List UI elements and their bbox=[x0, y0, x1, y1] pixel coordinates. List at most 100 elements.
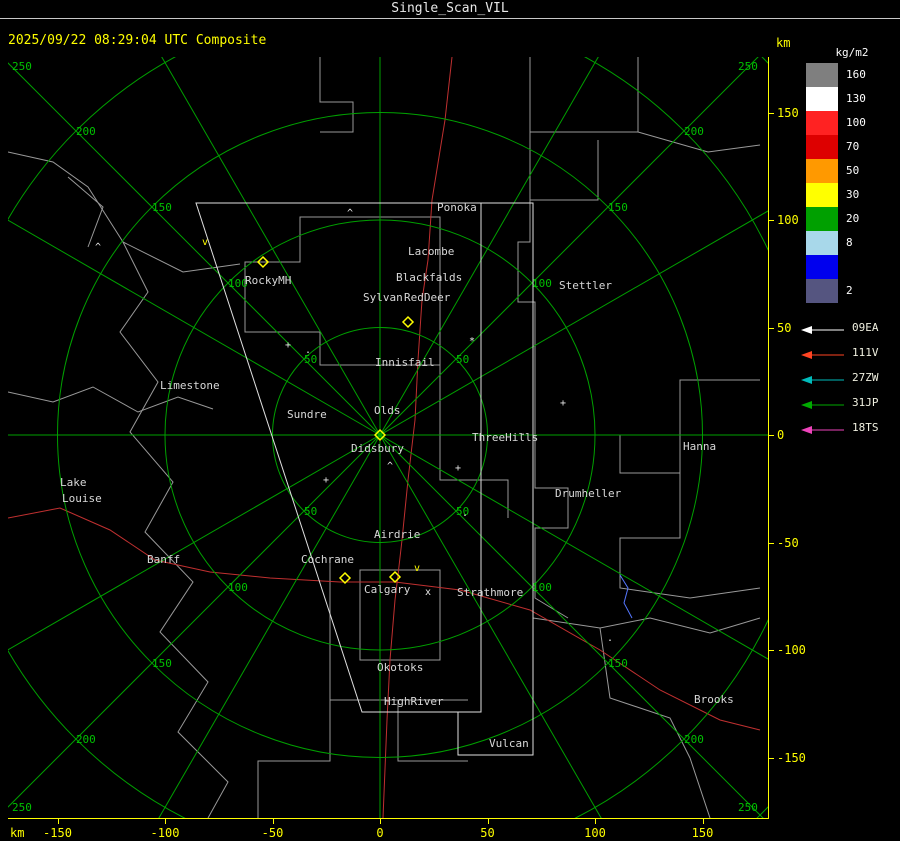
map-marker: + bbox=[455, 463, 461, 474]
map-marker: ^ bbox=[95, 242, 101, 253]
right-axis-tick bbox=[768, 220, 774, 221]
colorbar-value-label: 8 bbox=[846, 236, 853, 249]
radar-code-label: 09EA bbox=[852, 321, 879, 334]
ring-distance-label: 100 bbox=[228, 581, 248, 594]
colorbar-row: 8 bbox=[806, 231, 900, 255]
bottom-axis: -150 -100 -50 0 50 100 150 bbox=[8, 818, 769, 841]
arrow-head bbox=[801, 376, 812, 384]
radar-pointer-arrow bbox=[801, 376, 844, 384]
colorbar-swatch bbox=[806, 111, 838, 135]
radar-code-label: 18TS bbox=[852, 421, 879, 434]
radar-legend-row: 31JP bbox=[798, 396, 900, 410]
right-axis-tick bbox=[768, 757, 774, 759]
river-line bbox=[619, 574, 633, 619]
colorbar-row: 160 bbox=[806, 63, 900, 87]
map-marker: v bbox=[202, 237, 208, 248]
right-axis-label: -50 bbox=[777, 535, 799, 550]
city-label-stettler: Stettler bbox=[559, 279, 612, 292]
map-marker: + bbox=[323, 475, 329, 486]
city-label-threehills: ThreeHills bbox=[472, 431, 538, 444]
city-label-sylvan: Sylvan bbox=[363, 291, 403, 304]
ring-distance-label: 100 bbox=[532, 581, 552, 594]
colorbar-value-label: 70 bbox=[846, 140, 860, 153]
right-axis-tick bbox=[768, 112, 774, 114]
colorbar-value-label: 130 bbox=[846, 92, 866, 105]
colorbar-row: 30 bbox=[806, 183, 900, 207]
city-label-olds: Olds bbox=[374, 404, 401, 417]
window-titlebar[interactable]: Single_Scan_VIL bbox=[0, 0, 900, 19]
radar-pointer-arrow bbox=[801, 326, 844, 334]
ring-distance-label: 150 bbox=[608, 201, 628, 214]
city-label-hanna: Hanna bbox=[683, 440, 716, 453]
colorbar-row: 50 bbox=[806, 159, 900, 183]
colorbar-row: 130 bbox=[806, 87, 900, 111]
colorbar-swatch bbox=[806, 255, 838, 279]
colorbar-value-label: 2 bbox=[846, 284, 853, 297]
radar-legend-row: 111V bbox=[798, 346, 900, 360]
colorbar-value-label: 160 bbox=[846, 68, 866, 81]
bottom-axis-label: 0 bbox=[376, 826, 384, 840]
bottom-axis-label: -50 bbox=[261, 826, 284, 840]
city-label-lacombe: Lacombe bbox=[408, 245, 454, 258]
radar-map-canvas: 50 5050 50100 100100 100150 150150 150200 20020… bbox=[0, 0, 900, 841]
colorbar-swatch bbox=[806, 279, 838, 303]
bottom-axis-label: 50 bbox=[480, 826, 495, 840]
arrow-head bbox=[801, 426, 812, 434]
city-label-didsbury: Didsbury bbox=[351, 442, 404, 455]
ring-distance-label: 200 bbox=[684, 125, 704, 138]
timestamp-label: 2025/09/22 08:29:04 UTC Composite bbox=[8, 33, 267, 48]
city-label-blackfalds: Blackfalds bbox=[396, 271, 462, 284]
ring-distance-label: 150 bbox=[152, 657, 172, 670]
city-label-strathmore: Strathmore bbox=[457, 586, 523, 599]
city-label-cochrane: Cochrane bbox=[301, 553, 354, 566]
city-label-ponoka: Ponoka bbox=[437, 201, 477, 214]
colorbar-swatch bbox=[806, 159, 838, 183]
map-marker: x bbox=[425, 587, 431, 598]
colorbar-scale: 160 130 100 70 50 30 20 8 2 bbox=[806, 63, 900, 305]
colorbar-swatch bbox=[806, 87, 838, 111]
radar-code-label: 31JP bbox=[852, 396, 879, 409]
bottom-axis-label: 150 bbox=[691, 826, 714, 840]
bottom-axis-tick bbox=[380, 819, 381, 824]
ring-distance-label: 200 bbox=[76, 733, 96, 746]
colorbar-row: 100 bbox=[806, 111, 900, 135]
right-axis-label: 150 bbox=[777, 105, 799, 120]
radar-code-label: 111V bbox=[852, 346, 879, 359]
bottom-axis-tick bbox=[487, 819, 489, 824]
colorbar-value-label: 30 bbox=[846, 188, 860, 201]
ring-distance-label: 50 bbox=[304, 505, 317, 518]
bottom-axis-tick bbox=[702, 819, 704, 824]
radar-pointer-arrow bbox=[801, 401, 844, 409]
colorbar-swatch bbox=[806, 207, 838, 231]
colorbar-row: 2 bbox=[806, 279, 900, 303]
map-marker: ^ bbox=[347, 208, 353, 219]
radar-code-label: 27ZW bbox=[852, 371, 879, 384]
arrow-head bbox=[801, 351, 812, 359]
colorbar-unit-label: kg/m2 bbox=[835, 46, 869, 59]
city-label-drumheller: Drumheller bbox=[555, 487, 622, 500]
map-marker: + bbox=[285, 340, 291, 351]
radar-app-window: Single_Scan_VIL 2025/09/22 08:29:04 UTC … bbox=[0, 0, 900, 841]
colorbar-swatch bbox=[806, 231, 838, 255]
city-label-brooks: Brooks bbox=[694, 693, 734, 706]
ring-distance-label: 250 bbox=[12, 801, 32, 814]
map-marker: . bbox=[462, 508, 468, 519]
right-axis-tick bbox=[768, 327, 774, 329]
bottom-axis-tick bbox=[57, 819, 59, 824]
colorbar-row bbox=[806, 255, 900, 279]
right-axis-label: 100 bbox=[777, 213, 799, 227]
bottom-axis-tick bbox=[272, 819, 274, 824]
right-axis-unit-label: km bbox=[776, 36, 791, 50]
city-label-rockymh: RockyMH bbox=[245, 274, 291, 287]
map-marker: * bbox=[469, 336, 475, 347]
city-label-innisfail: Innisfail bbox=[375, 356, 435, 369]
radar-site-diamond[interactable] bbox=[401, 315, 415, 329]
city-label-okotoks: Okotoks bbox=[377, 661, 423, 674]
colorbar-swatch bbox=[806, 135, 838, 159]
city-label-louise: Louise bbox=[62, 492, 102, 505]
colorbar-swatch bbox=[806, 183, 838, 207]
right-axis-line bbox=[768, 57, 769, 818]
radar-map[interactable]: 50 50 50 50 100 100 100 100 150 150 150 150 200 200 20… bbox=[0, 0, 900, 841]
ring-distance-label: 250 bbox=[738, 801, 758, 814]
right-axis-tick bbox=[768, 435, 774, 436]
